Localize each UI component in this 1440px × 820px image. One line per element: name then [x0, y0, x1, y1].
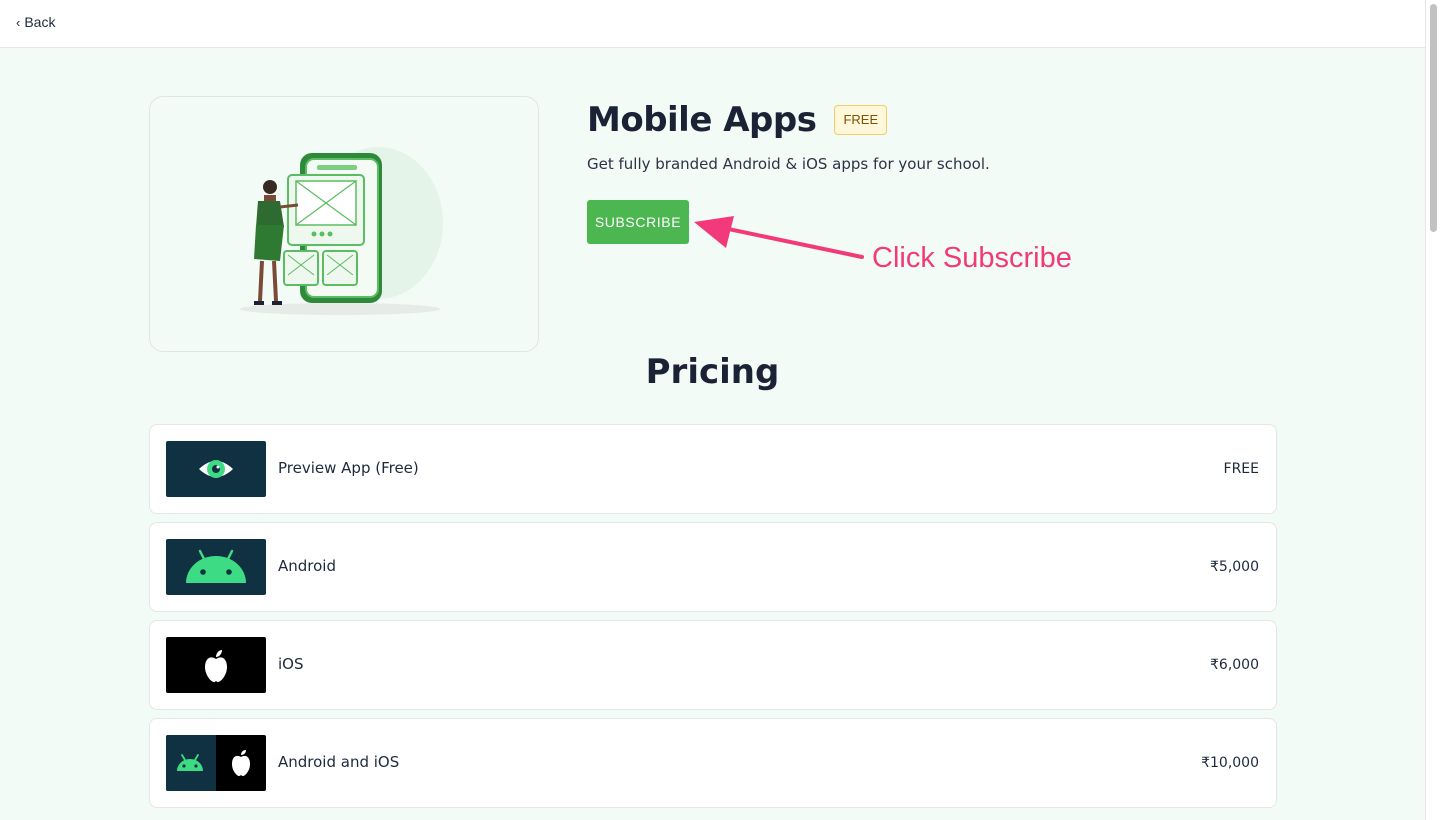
mobile-app-illustration — [240, 147, 443, 315]
pricing-title: Pricing — [645, 352, 780, 392]
plan-price: FREE — [1223, 461, 1259, 477]
plan-preview[interactable]: Preview App (Free) FREE — [149, 424, 1277, 514]
annotation-arrow-icon — [694, 216, 864, 259]
plan-ios[interactable]: iOS ₹6,000 — [149, 620, 1277, 710]
back-label: Back — [24, 14, 56, 30]
plan-price: ₹6,000 — [1210, 657, 1259, 673]
product-description: Get fully branded Android & iOS apps for… — [587, 155, 990, 173]
apple-icon — [166, 637, 266, 693]
android-apple-icon — [166, 735, 266, 791]
free-badge: FREE — [834, 105, 888, 135]
plan-name: iOS — [278, 655, 304, 673]
android-icon — [166, 539, 266, 595]
plan-android[interactable]: Android ₹5,000 — [149, 522, 1277, 612]
eye-icon — [166, 441, 266, 497]
scrollbar-thumb[interactable] — [1430, 4, 1437, 232]
plan-name: Android — [278, 557, 336, 575]
chevron-left-icon: ‹ — [16, 14, 21, 30]
plan-name: Preview App (Free) — [278, 459, 419, 477]
top-bar: ‹ Back — [0, 0, 1425, 48]
plan-android-ios[interactable]: Android and iOS ₹10,000 — [149, 718, 1277, 808]
plan-price: ₹5,000 — [1210, 559, 1259, 575]
pricing-list: Preview App (Free) FREE Android ₹5,000 i… — [149, 424, 1277, 816]
subscribe-button[interactable]: SUBSCRIBE — [587, 200, 689, 244]
plan-name: Android and iOS — [278, 753, 400, 771]
annotation-text: Click Subscribe — [872, 242, 1072, 274]
back-button[interactable]: ‹ Back — [16, 14, 55, 30]
hero-illustration-card — [149, 96, 539, 352]
plan-price: ₹10,000 — [1201, 755, 1259, 771]
title-row: Mobile Apps FREE — [587, 100, 888, 140]
scrollbar[interactable] — [1425, 0, 1440, 820]
page-title: Mobile Apps — [587, 100, 817, 140]
